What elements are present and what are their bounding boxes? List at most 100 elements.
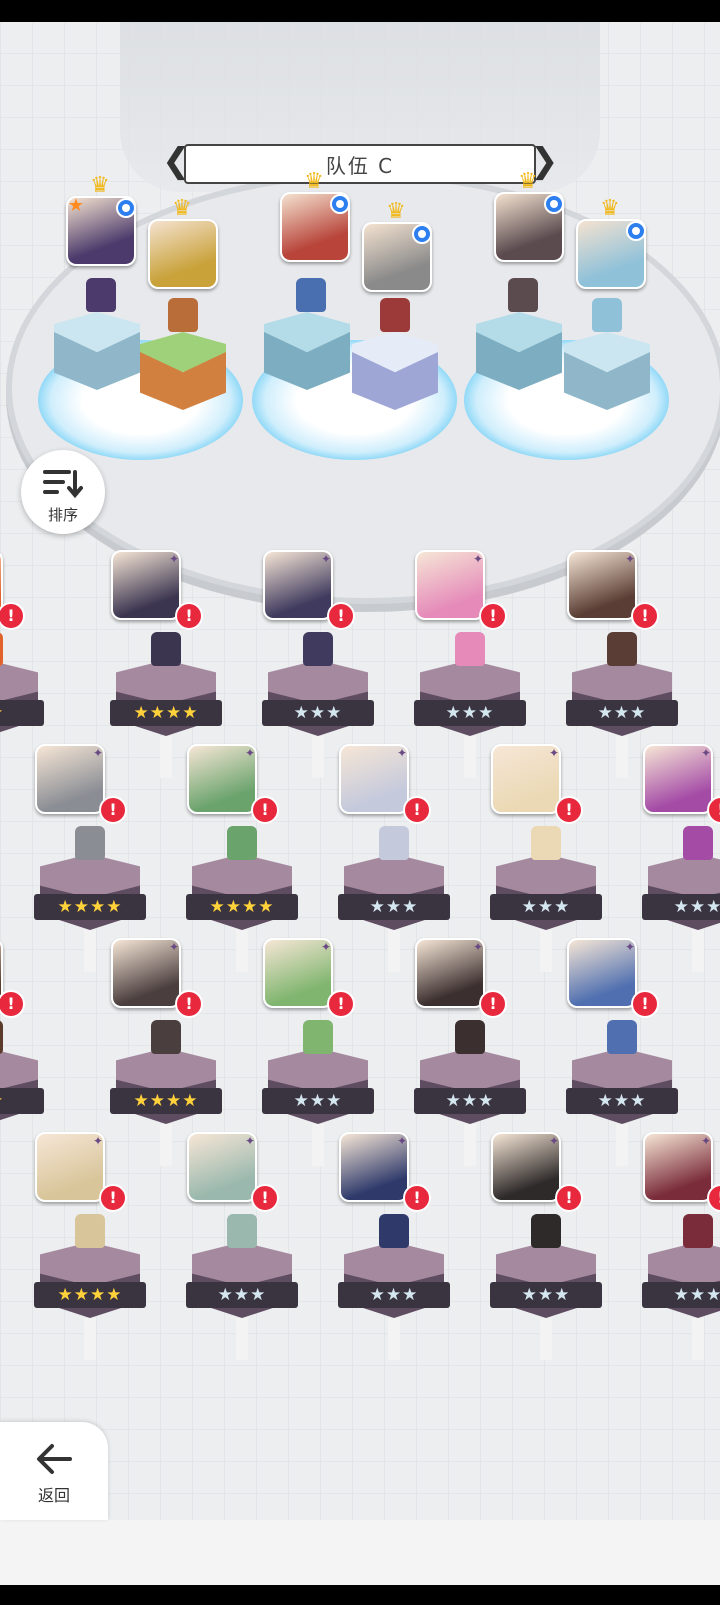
pedestal-pole <box>616 1124 628 1166</box>
lineup-hero-portrait[interactable] <box>148 219 218 289</box>
status-bar <box>0 0 720 22</box>
hero-sprite <box>455 632 485 666</box>
roster-hero[interactable]: ✦!★★★ <box>172 1132 312 1360</box>
hero-sprite <box>683 826 713 860</box>
alert-badge: ! <box>251 796 279 824</box>
star-rating: ★★★ <box>642 894 720 920</box>
class-icon: ✦ <box>0 940 3 954</box>
class-icon: ✦ <box>92 1134 104 1148</box>
roster-hero[interactable]: ✦! ★★★★ <box>20 744 160 972</box>
crown-icon: ♛ <box>172 196 192 221</box>
class-icon: ✦ <box>472 940 484 954</box>
alert-badge: ! <box>327 602 355 630</box>
hero-sprite <box>303 632 333 666</box>
roster-hero[interactable]: ✦! ★★★★ <box>96 938 236 1166</box>
roster-hero[interactable]: ✦!★★★ <box>324 744 464 972</box>
star-rating: ★★★ <box>262 700 374 726</box>
roster-hero[interactable]: ✦!★★★ <box>324 1132 464 1360</box>
roster-hero[interactable]: ✦!★★★ <box>628 744 720 972</box>
star-rating: ★★★ <box>566 700 678 726</box>
star-rating: ★★ <box>0 700 44 726</box>
hero-sprite <box>75 826 105 860</box>
star-rating: ★★★ <box>338 1282 450 1308</box>
star-rating: ★★★★ <box>110 700 222 726</box>
slot-block <box>564 332 650 416</box>
class-icon: ✦ <box>700 1134 712 1148</box>
roster-hero[interactable]: ✦!★★★ <box>628 1132 720 1360</box>
hero-sprite <box>303 1020 333 1054</box>
roster-hero[interactable]: ✦!★★★ <box>400 938 540 1166</box>
team-title: 队伍 C <box>184 144 536 184</box>
alert-badge: ! <box>631 602 659 630</box>
alert-badge: ! <box>327 990 355 1018</box>
alert-badge: ! <box>99 796 127 824</box>
team-selector: ❮ 队伍 C ❯ <box>162 140 559 184</box>
hero-sprite <box>379 826 409 860</box>
star-rating: ★★★ <box>338 894 450 920</box>
team-sprite[interactable] <box>508 278 538 312</box>
roster-hero[interactable]: ✦!★★★ <box>248 938 388 1166</box>
team-sprite[interactable] <box>296 278 326 312</box>
star-rating: ★★★ <box>566 1088 678 1114</box>
hero-sprite <box>227 826 257 860</box>
hero-sprite <box>151 1020 181 1054</box>
alert-badge: ! <box>0 602 25 630</box>
crown-icon: ♛ <box>304 169 324 194</box>
alert-badge: ! <box>175 602 203 630</box>
star-rating: ★★★ <box>186 1282 298 1308</box>
roster-hero[interactable]: ✦! ★★★★ <box>96 550 236 778</box>
class-icon: ✦ <box>548 1134 560 1148</box>
sort-button[interactable]: 排序 <box>21 450 105 534</box>
prev-team-arrow[interactable]: ❮ <box>162 140 191 184</box>
element-badge-icon <box>544 194 564 214</box>
hero-sprite <box>75 1214 105 1248</box>
star-rating: ★★★★ <box>186 894 298 920</box>
alert-badge: ! <box>403 1184 431 1212</box>
roster-hero[interactable]: ✦! ★★★★ <box>172 744 312 972</box>
pedestal-pole <box>692 930 704 972</box>
roster-hero[interactable]: ✦!★★★ <box>248 550 388 778</box>
roster-hero[interactable]: ✦!★★★ <box>476 744 616 972</box>
element-badge-icon <box>330 194 350 214</box>
roster-hero[interactable]: ✦! ★★ <box>0 550 58 750</box>
roster-hero[interactable]: ✦! ★★★★ <box>20 1132 160 1360</box>
star-rating: ★★★ <box>414 700 526 726</box>
element-badge-icon <box>116 198 136 218</box>
pedestal-pole <box>84 1318 96 1360</box>
class-icon: ✦ <box>244 746 256 760</box>
back-label: 返回 <box>37 1486 70 1505</box>
team-sprite[interactable] <box>380 298 410 332</box>
class-icon: ✦ <box>0 552 3 566</box>
hero-sprite <box>0 632 3 666</box>
star-rating: ★★ <box>0 1088 44 1114</box>
team-sprite[interactable] <box>592 298 622 332</box>
alert-badge: ! <box>99 1184 127 1212</box>
roster-hero[interactable]: ✦! ★★★ <box>552 550 692 778</box>
class-icon: ✦ <box>168 552 180 566</box>
roster-hero[interactable]: ✦! ★★ <box>0 938 58 1138</box>
team-sprite[interactable] <box>86 278 116 312</box>
slot-block <box>264 312 350 396</box>
star-rating: ★★★ <box>490 1282 602 1308</box>
team-sprite[interactable] <box>168 298 198 332</box>
slot-block <box>352 332 438 416</box>
pedestal-pole <box>540 930 552 972</box>
hero-sprite <box>0 1020 3 1054</box>
roster-hero[interactable]: ✦!★★★ <box>400 550 540 778</box>
class-icon: ✦ <box>624 552 636 566</box>
alert-badge: ! <box>479 602 507 630</box>
system-nav-bar <box>0 1585 720 1605</box>
roster-hero[interactable]: ✦!★★★ <box>552 938 692 1166</box>
sort-icon <box>43 470 83 499</box>
class-icon: ✦ <box>624 940 636 954</box>
back-button[interactable]: 返回 <box>0 1422 108 1520</box>
alert-badge: ! <box>175 990 203 1018</box>
pedestal-pole <box>160 736 172 778</box>
element-badge-icon <box>626 221 646 241</box>
roster-hero[interactable]: ✦!★★★ <box>476 1132 616 1360</box>
sort-label: 排序 <box>47 506 78 524</box>
class-icon: ✦ <box>244 1134 256 1148</box>
hero-sprite <box>607 632 637 666</box>
pedestal-pole <box>312 1124 324 1166</box>
slot-block <box>54 312 140 396</box>
